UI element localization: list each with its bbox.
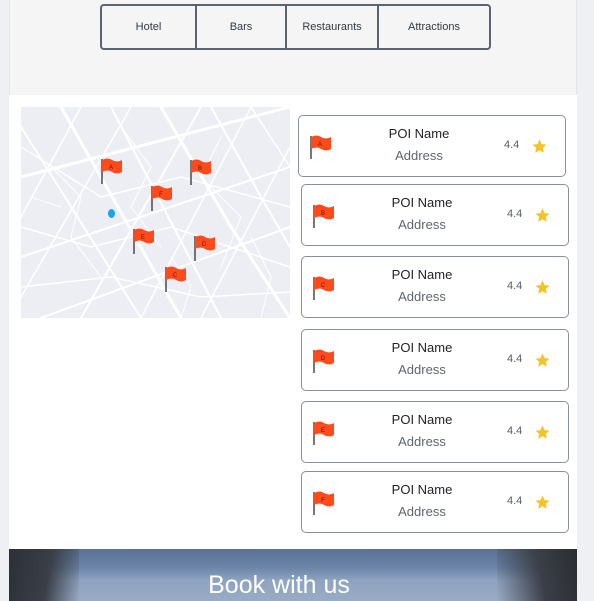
tab-hotel[interactable]: Hotel [102,6,197,48]
poi-address: Address [398,504,446,519]
poi-flag-icon: D [313,349,334,373]
star-icon [535,425,550,439]
map-marker-e-flag-icon[interactable]: E [130,227,156,255]
poi-name: POI Name [391,482,453,497]
poi-flag-icon: E [313,421,334,445]
map-marker-c-flag-icon[interactable]: C [162,265,188,293]
poi-name: POI Name [391,340,453,355]
map-marker-f-flag-icon[interactable]: F [148,184,174,212]
map-marker-a-label: A [109,165,113,171]
map-streets [21,107,290,318]
page: Hotel Bars Restaurants Attractions A B C… [0,0,594,601]
star-icon [535,353,550,367]
star-icon [535,208,550,222]
banner-title: Book with us [208,571,350,599]
poi-address: Address [395,148,443,163]
star-icon [535,495,550,509]
poi-name: POI Name [391,195,453,210]
poi-rating: 4.4 [507,208,523,220]
booking-banner: Book with us [9,549,577,601]
poi-flag-letter: E [321,428,325,434]
poi-card-a[interactable]: A POI Name Address 4.4 [298,115,566,177]
poi-name: POI Name [391,267,453,282]
poi-flag-icon: A [310,135,331,159]
map-marker-e-label: E [141,235,145,241]
map-marker-c-label: C [173,273,178,279]
map-marker-f-label: F [159,192,163,198]
poi-flag-icon: F [313,491,334,515]
poi-rating: 4.4 [507,425,523,437]
poi-name: POI Name [391,412,453,427]
poi-rating: 4.4 [507,280,523,292]
poi-address: Address [398,362,446,377]
map-marker-d-flag-icon[interactable]: D [191,234,217,262]
tab-restaurants[interactable]: Restaurants [287,6,379,48]
poi-name: POI Name [388,126,450,141]
category-header: Hotel Bars Restaurants Attractions [9,0,577,95]
poi-address: Address [398,217,446,232]
category-tabs: Hotel Bars Restaurants Attractions [100,4,491,50]
poi-flag-letter: F [321,498,325,504]
poi-card-f[interactable]: F POI Name Address 4.4 [301,471,569,533]
poi-address: Address [398,434,446,449]
poi-flag-letter: C [321,283,326,289]
poi-flag-letter: D [321,356,326,362]
star-icon [532,139,547,153]
poi-card-e[interactable]: E POI Name Address 4.4 [301,401,569,463]
map-marker-a-flag-icon[interactable]: A [98,157,124,185]
tab-attractions[interactable]: Attractions [379,6,489,48]
poi-flag-letter: A [318,142,322,148]
user-location-dot [108,209,115,218]
map-marker-d-label: D [202,242,207,248]
poi-rating: 4.4 [507,495,523,507]
poi-flag-icon: B [313,204,334,228]
poi-address: Address [398,289,446,304]
map-view[interactable]: A B C D E F [21,107,290,318]
results-section: A B C D E F A POI Name Address 4.4 B POI… [9,95,577,549]
tab-bars[interactable]: Bars [197,6,287,48]
poi-flag-icon: C [313,276,334,300]
poi-flag-letter: B [321,211,325,217]
poi-card-d[interactable]: D POI Name Address 4.4 [301,329,569,391]
star-icon [535,280,550,294]
poi-rating: 4.4 [507,353,523,365]
map-marker-b-label: B [198,166,202,172]
map-marker-b-flag-icon[interactable]: B [187,158,213,186]
poi-rating: 4.4 [504,139,520,151]
poi-card-c[interactable]: C POI Name Address 4.4 [301,256,569,318]
poi-card-b[interactable]: B POI Name Address 4.4 [301,184,569,246]
